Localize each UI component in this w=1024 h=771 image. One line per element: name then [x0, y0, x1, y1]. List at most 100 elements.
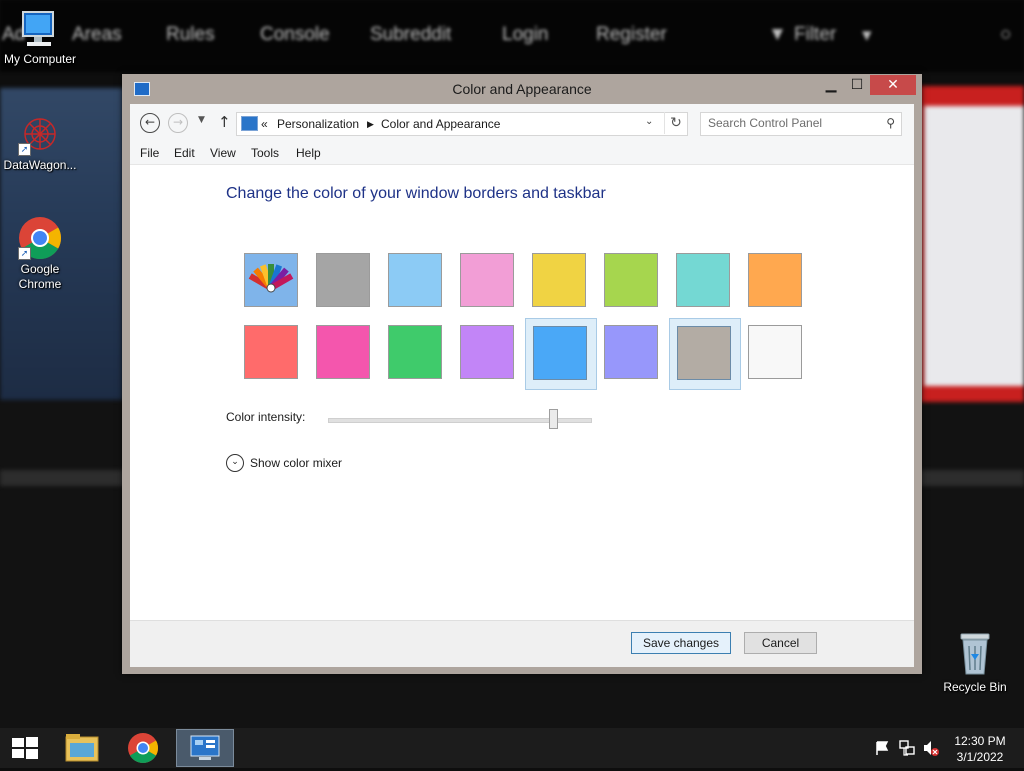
chrome-icon: [128, 733, 159, 764]
background-nav-item: Filter: [794, 24, 837, 45]
navigation-bar: ← → ▼ ↑ « Personalization ▶ Color and Ap…: [130, 104, 914, 144]
search-icon[interactable]: ⚲: [886, 116, 895, 130]
desktop-icon-label: Recycle Bin: [943, 680, 1007, 694]
color-swatch[interactable]: [238, 319, 306, 387]
color-swatch[interactable]: [669, 318, 741, 390]
back-button[interactable]: ←: [140, 113, 160, 133]
desktop-icon-label: My Computer: [3, 52, 77, 66]
up-button[interactable]: ↑: [218, 113, 231, 131]
show-color-mixer-label[interactable]: Show color mixer: [250, 456, 342, 470]
color-swatch[interactable]: [310, 319, 378, 387]
color-swatch[interactable]: [382, 319, 450, 387]
shortcut-arrow-icon: ➚: [18, 143, 31, 156]
start-button[interactable]: [12, 737, 38, 759]
swatch-color: [460, 253, 514, 307]
swatch-color: [316, 325, 370, 379]
menu-bar: File Edit View Tools Help: [130, 144, 914, 165]
swatch-color: [388, 325, 442, 379]
minimize-button[interactable]: ▁: [818, 75, 844, 95]
color-and-appearance-window: Color and Appearance ▁ ☐ ✕ ← → ▼ ↑ « Per…: [122, 74, 922, 674]
shortcut-arrow-icon: ➚: [18, 247, 31, 260]
recycle-bin-icon: [955, 630, 995, 678]
color-swatch[interactable]: [598, 247, 666, 315]
color-palette-icon: [244, 253, 298, 307]
swatch-color: [244, 325, 298, 379]
menu-tools[interactable]: Tools: [251, 146, 279, 160]
swatch-color: [604, 253, 658, 307]
swatch-automatic[interactable]: [238, 247, 306, 315]
chevron-down-icon[interactable]: ⌄: [226, 454, 244, 472]
color-swatch[interactable]: [670, 247, 738, 315]
swatch-color: [604, 325, 658, 379]
color-swatch[interactable]: [742, 319, 810, 387]
color-swatch[interactable]: [598, 319, 666, 387]
menu-edit[interactable]: Edit: [174, 146, 195, 160]
swatch-color: [316, 253, 370, 307]
refresh-button[interactable]: ↻: [664, 112, 687, 134]
menu-help[interactable]: Help: [296, 146, 321, 160]
swatch-color: [460, 325, 514, 379]
breadcrumb-separator-icon[interactable]: ▶: [367, 119, 374, 130]
window-content: ← → ▼ ↑ « Personalization ▶ Color and Ap…: [130, 104, 914, 667]
action-center-flag-icon[interactable]: [874, 728, 890, 768]
computer-icon: [21, 8, 59, 50]
desktop-icon-google-chrome[interactable]: ➚ Google Chrome: [0, 216, 80, 292]
swatch-color: [533, 326, 587, 380]
control-panel-icon: [241, 116, 258, 131]
system-clock[interactable]: 12:30 PM 3/1/2022: [950, 733, 1010, 765]
background-nav-item: Register: [596, 24, 667, 45]
background-search-icon: ○: [1000, 24, 1012, 45]
background-right-panel: [920, 86, 1024, 402]
forward-button[interactable]: →: [168, 113, 188, 133]
taskbar-file-explorer[interactable]: [54, 729, 108, 767]
search-input[interactable]: [708, 116, 868, 130]
volume-muted-icon[interactable]: [922, 728, 940, 768]
address-dropdown-icon[interactable]: ⌄: [645, 116, 653, 127]
menu-view[interactable]: View: [210, 146, 236, 160]
color-swatch[interactable]: [454, 247, 522, 315]
swatch-color: [388, 253, 442, 307]
recent-locations-dropdown[interactable]: ▼: [198, 115, 205, 125]
chrome-icon: ➚: [18, 216, 62, 260]
swatch-color: [532, 253, 586, 307]
close-button[interactable]: ✕: [870, 75, 916, 95]
desktop-icon-recycle-bin[interactable]: Recycle Bin: [935, 630, 1015, 695]
color-intensity-slider-thumb[interactable]: [549, 409, 558, 429]
menu-file[interactable]: File: [140, 146, 159, 160]
breadcrumb-overflow[interactable]: «: [261, 117, 268, 131]
background-filter-icon: ▼: [768, 24, 787, 45]
network-icon[interactable]: [898, 728, 916, 768]
title-bar[interactable]: Color and Appearance ▁ ☐ ✕: [122, 74, 922, 104]
swatch-color: [748, 253, 802, 307]
desktop-icon-datawagon[interactable]: ➚ DataWagon...: [0, 112, 80, 173]
swatch-color: [748, 325, 802, 379]
folder-icon: [65, 734, 99, 762]
color-swatch[interactable]: [742, 247, 810, 315]
background-nav-item: Subreddit: [370, 24, 452, 45]
color-intensity-label: Color intensity:: [226, 410, 306, 424]
background-dropdown-icon: ▾: [862, 25, 872, 46]
color-swatch[interactable]: [525, 318, 597, 390]
save-changes-button[interactable]: Save changes: [631, 632, 731, 654]
breadcrumb-personalization[interactable]: Personalization: [277, 117, 359, 131]
color-swatch[interactable]: [310, 247, 378, 315]
maximize-button[interactable]: ☐: [844, 75, 870, 95]
color-swatch[interactable]: [454, 319, 522, 387]
control-panel-icon: [190, 735, 220, 760]
clock-time: 12:30 PM: [954, 734, 1006, 748]
address-bar[interactable]: « Personalization ▶ Color and Appearance…: [236, 112, 688, 136]
page-heading: Change the color of your window borders …: [226, 185, 606, 202]
breadcrumb-color-and-appearance[interactable]: Color and Appearance: [381, 117, 500, 131]
desktop-icon-my-computer[interactable]: My Computer: [0, 8, 80, 67]
color-swatch[interactable]: [526, 247, 594, 315]
taskbar-google-chrome[interactable]: [116, 729, 170, 767]
search-box[interactable]: ⚲: [700, 112, 902, 136]
swatch-color: [677, 326, 731, 380]
cancel-button[interactable]: Cancel: [744, 632, 817, 654]
background-nav-bar: Ad Areas Rules Console Subreddit Login R…: [0, 0, 1024, 72]
color-swatch[interactable]: [382, 247, 450, 315]
taskbar-control-panel[interactable]: [176, 729, 234, 767]
datawagon-icon: ➚: [18, 112, 62, 156]
desktop-icon-label: DataWagon...: [3, 158, 77, 172]
desktop-icon-label: Google Chrome: [18, 262, 62, 291]
